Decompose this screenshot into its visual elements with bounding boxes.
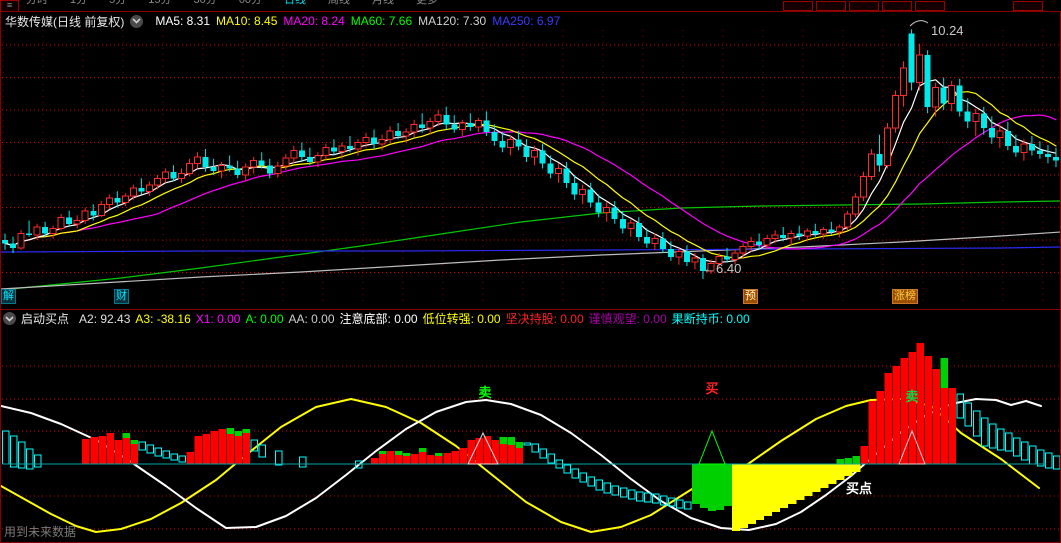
indicator-panel: 启动买点 A2: 92.43 A3: -38.16 X1: 0.00 A: 0.00 A… [0, 309, 1061, 543]
toolbar-button[interactable] [816, 1, 846, 11]
hamburger-menu-icon[interactable]: ≡ [0, 0, 19, 11]
toolbar-button[interactable] [1013, 1, 1043, 11]
indicator-params: A2: 92.43 A3: -38.16 X1: 0.00 A: 0.00 AA: 0.… [74, 310, 750, 327]
ma-value-MA5: MA5: 8.31 [155, 14, 211, 28]
ma-value-MA60: MA60: 7.66 [350, 14, 413, 28]
toolbar-button[interactable] [849, 1, 879, 11]
indicator-param: 坚决持股: 0.00 [505, 312, 584, 326]
indicator-param: X1: 0.00 [195, 312, 241, 326]
event-badge-解[interactable]: 解 [1, 289, 16, 304]
period-tab-更多[interactable]: 更多 [416, 0, 438, 11]
period-tab-日线[interactable]: 日线 [284, 0, 306, 11]
indicator-param: 谨慎观望: 0.00 [588, 312, 667, 326]
main-chart-panel: 10.24 ←6.40 华数传媒(日线 前复权) MA5: 8.31 MA10: 8… [0, 11, 1061, 309]
event-badge-预[interactable]: 预 [743, 289, 758, 304]
svg-text:买点: 买点 [846, 481, 872, 496]
svg-text:买: 买 [705, 381, 718, 396]
period-tab-分时[interactable]: 分时 [26, 0, 48, 11]
event-badge-财[interactable]: 财 [114, 289, 129, 304]
indicator-chart[interactable]: 卖买卖买点 [1, 326, 1060, 542]
chevron-down-icon[interactable] [3, 312, 16, 325]
indicator-param: A: 0.00 [245, 312, 284, 326]
indicator-name[interactable]: 启动买点 [21, 310, 69, 327]
chart-title-row: 华数传媒(日线 前复权) MA5: 8.31 MA10: 8.45 MA20: 8.… [5, 14, 560, 29]
indicator-param: 注意底部: 0.00 [339, 312, 418, 326]
candlestick-chart[interactable]: 10.24 ←6.40 [1, 12, 1060, 309]
period-tab-月线[interactable]: 月线 [372, 0, 394, 11]
period-tab-60分[interactable]: 60分 [239, 0, 262, 11]
svg-text:卖: 卖 [478, 385, 491, 400]
period-tab-1分[interactable]: 1分 [70, 0, 87, 11]
toolbar-button[interactable] [783, 1, 813, 11]
ma-value-MA20: MA20: 8.24 [283, 14, 345, 28]
period-tab-5分[interactable]: 5分 [109, 0, 126, 11]
ma-value-MA10: MA10: 8.45 [216, 14, 278, 28]
toolbar-button[interactable] [915, 1, 945, 11]
period-tab-30分[interactable]: 30分 [194, 0, 217, 11]
event-badge-涨榜[interactable]: 涨榜 [892, 289, 918, 304]
chevron-down-icon[interactable] [130, 14, 144, 28]
period-tab-row: 分时 1分 5分 15分 30分 60分 日线 周线 月线 更多 [26, 0, 438, 11]
period-tab-周线[interactable]: 周线 [328, 0, 350, 11]
ma-value-MA120: MA120: 7.30 [418, 14, 487, 28]
indicator-param: AA: 0.00 [288, 312, 335, 326]
indicator-param: A3: -38.16 [135, 312, 191, 326]
indicator-param: 果断持币: 0.00 [671, 312, 750, 326]
indicator-header-row: 启动买点 A2: 92.43 A3: -38.16 X1: 0.00 A: 0.00 A… [3, 311, 750, 326]
svg-text:卖: 卖 [905, 389, 918, 404]
ma-value-MA250: MA250: 6.97 [492, 14, 561, 28]
stock-title: 华数传媒(日线 前复权) [5, 14, 125, 29]
stock-app-window: ≡ 分时 1分 5分 15分 30分 60分 日线 周线 月线 更多 10.24 ←6.40 华数传… [0, 0, 1061, 543]
svg-text:←6.40: ←6.40 [703, 261, 741, 276]
indicator-param: A2: 92.43 [79, 312, 131, 326]
svg-text:10.24: 10.24 [931, 23, 964, 38]
top-menu-bar: ≡ 分时 1分 5分 15分 30分 60分 日线 周线 月线 更多 [0, 0, 1061, 11]
future-data-note: 用到未来数据 [4, 525, 77, 539]
ma-values-row: MA5: 8.31 MA10: 8.45 MA20: 8.24 MA60: 7.66 M… [149, 14, 560, 28]
toolbar-button[interactable] [882, 1, 912, 11]
period-tab-15分[interactable]: 15分 [148, 0, 171, 11]
indicator-param: 低位转强: 0.00 [422, 312, 501, 326]
